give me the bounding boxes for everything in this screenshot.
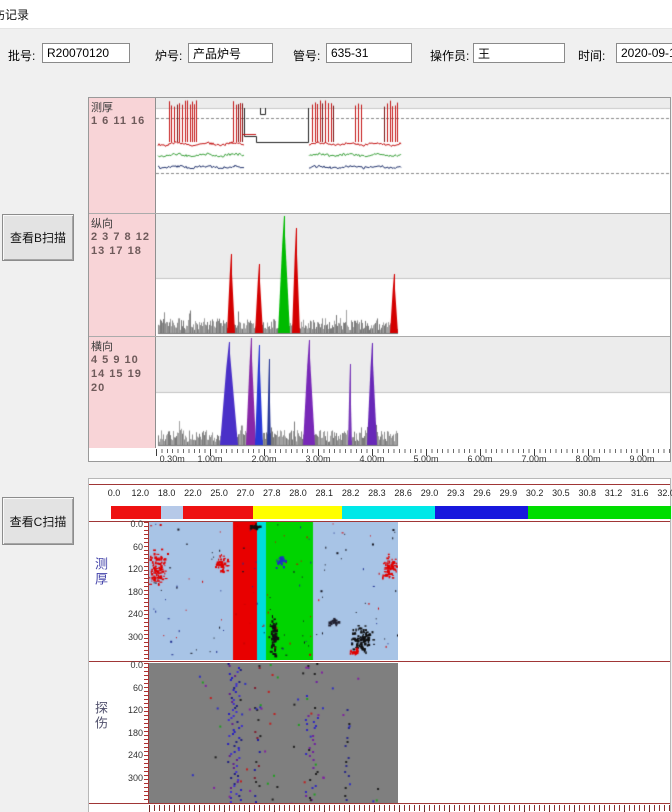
pipe-input[interactable] [326, 43, 412, 63]
cscan-colorbar-segment [183, 506, 253, 519]
cscan-y-tick-label: 60 [115, 683, 143, 693]
cscan-scale-value: 29.9 [500, 488, 518, 498]
cscan-scale-value: 30.5 [552, 488, 570, 498]
bscan-transverse-plot [156, 337, 670, 448]
bscan-thickness-channels: 1 6 11 16 [91, 115, 153, 129]
bscan-transverse-label: 横向 [91, 338, 153, 354]
cscan-colorbar-segment [342, 506, 434, 519]
cscan-colorbar-segment [528, 506, 671, 519]
cscan-y-tick-label: 120 [115, 564, 143, 574]
furnace-input[interactable] [188, 43, 273, 63]
cscan-y-tick-label: 180 [115, 728, 143, 738]
bscan-transverse-channels: 4 5 9 10 14 15 19 20 [91, 354, 153, 395]
cscan-scale-value: 29.3 [447, 488, 465, 498]
cscan-scale-value: 28.3 [368, 488, 386, 498]
bscan-x-tick-label: 3.00m [305, 454, 330, 464]
window-title: 伤记录 [0, 6, 29, 23]
bscan-longitudinal-label: 纵向 [91, 215, 153, 231]
cscan-x-axis-major-ticks [149, 805, 670, 812]
bscan-x-axis: 0.30m 1.00m 2.00m 3.00m 4.00m 5.00m 6.00m 7.00m… [156, 449, 670, 463]
cscan-scale-value: 31.2 [605, 488, 623, 498]
furnace-label: 炉号: [155, 47, 182, 64]
title-bar: 伤记录 [0, 0, 672, 29]
bscan-x-tick-label: 6.00m [467, 454, 492, 464]
bscan-x-tick-label: 0.30m [160, 454, 185, 464]
time-label: 时间: [578, 47, 605, 64]
cscan-scale-value: 22.0 [184, 488, 202, 498]
batch-input[interactable] [42, 43, 130, 63]
cscan-y-tick-label: 240 [115, 609, 143, 619]
bscan-transverse-label-cell: 横向 4 5 9 10 14 15 19 20 [89, 337, 156, 448]
cscan-scale-value: 25.0 [210, 488, 228, 498]
operator-input[interactable] [473, 43, 565, 63]
cscan-y-tick-label: 0.0 [115, 519, 143, 529]
cscan-scale-value: 28.6 [394, 488, 412, 498]
cscan-scale-value: 30.2 [526, 488, 544, 498]
cscan-scale-value: 27.0 [237, 488, 255, 498]
cscan-colorbar [111, 506, 671, 519]
bscan-area: 测厚 1 6 11 16 纵向 2 3 7 8 12 13 17 18 横向 4… [88, 97, 671, 462]
bscan-longitudinal-plot [156, 214, 670, 336]
cscan-y-tick-label: 300 [115, 773, 143, 783]
cscan-scale-value: 28.2 [342, 488, 360, 498]
cscan-colorbar-segment [253, 506, 343, 519]
bscan-x-tick-label: 5.00m [413, 454, 438, 464]
cscan-colorbar-segment [161, 506, 183, 519]
bscan-x-tick-label: 7.00m [521, 454, 546, 464]
cscan-flaw-label: 探伤 [93, 701, 107, 731]
cscan-y-tick-label: 0.0 [115, 660, 143, 670]
cscan-scale-value: 30.8 [578, 488, 596, 498]
bscan-panel-thickness: 测厚 1 6 11 16 [89, 98, 670, 213]
cscan-scale-value: 32.0 [657, 488, 672, 498]
cscan-scale-value: 29.6 [473, 488, 491, 498]
cscan-scale-value: 28.1 [316, 488, 334, 498]
operator-label: 操作员: [430, 47, 469, 64]
cscan-top-line [89, 484, 670, 485]
view-bscan-button[interactable]: 查看B扫描 [2, 214, 74, 261]
cscan-y-tick-label: 300 [115, 632, 143, 642]
bscan-longitudinal-label-cell: 纵向 2 3 7 8 12 13 17 18 [89, 214, 156, 336]
flaw-record-window: 伤记录 批号: 炉号: 管号: 操作员: 时间: 查看B扫描 查看C扫描 测厚 … [0, 0, 672, 812]
bscan-x-tick-label: 2.00m [251, 454, 276, 464]
bscan-panel-longitudinal: 纵向 2 3 7 8 12 13 17 18 [89, 214, 670, 336]
cscan-colorbar-segment [435, 506, 528, 519]
cscan-scale-value: 27.8 [263, 488, 281, 498]
cscan-scale-value: 29.0 [421, 488, 439, 498]
bscan-x-tick-label: 8.00m [575, 454, 600, 464]
cscan-bottom-line [89, 803, 670, 804]
cscan-colorbar-segment [111, 506, 161, 519]
cscan-scale-value: 18.0 [158, 488, 176, 498]
cscan-y-tick-label: 120 [115, 705, 143, 715]
bscan-x-tick-label: 4.00m [359, 454, 384, 464]
cscan-y-tick-label: 180 [115, 587, 143, 597]
cscan-area: 0.0 12.0 18.0 22.0 25.0 27.0 27.8 28.0 28.1 28.2 2… [88, 478, 671, 812]
bscan-thickness-plot [156, 98, 670, 213]
cscan-separator-line [89, 661, 670, 662]
bscan-x-tick-label: 9.00m [629, 454, 654, 464]
cscan-scale-value: 0.0 [108, 488, 121, 498]
bscan-panel-transverse: 横向 4 5 9 10 14 15 19 20 [89, 337, 670, 448]
cscan-thickness-map [149, 522, 398, 660]
cscan-scale-value: 12.0 [132, 488, 150, 498]
time-input[interactable] [616, 43, 672, 63]
cscan-scale-value: 31.6 [631, 488, 649, 498]
cscan-flaw-map [149, 663, 398, 803]
cscan-y-tick-label: 240 [115, 750, 143, 760]
bscan-thickness-label: 测厚 [91, 99, 153, 115]
pipe-label: 管号: [293, 47, 320, 64]
batch-label: 批号: [8, 47, 35, 64]
bscan-longitudinal-channels: 2 3 7 8 12 13 17 18 [91, 231, 153, 259]
cscan-thickness-label: 测厚 [93, 557, 107, 587]
cscan-y-tick-label: 60 [115, 542, 143, 552]
bscan-x-tick-label: 1.00m [197, 454, 222, 464]
cscan-scale-value: 28.0 [289, 488, 307, 498]
bscan-thickness-label-cell: 测厚 1 6 11 16 [89, 98, 156, 213]
view-cscan-button[interactable]: 查看C扫描 [2, 497, 74, 545]
